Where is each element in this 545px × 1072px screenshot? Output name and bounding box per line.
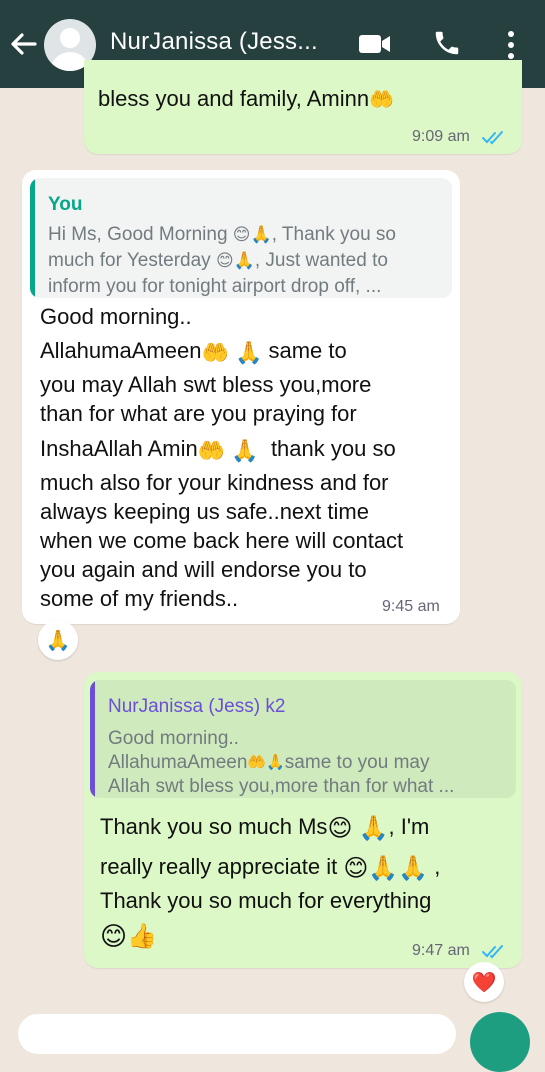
quote-text: Good morning.. — [108, 728, 239, 749]
quote-text: , Just wanted to — [254, 250, 388, 272]
palms-up-emoji: 🤲 — [201, 339, 229, 365]
folded-hands-emoji: 🙏 — [233, 251, 255, 270]
message-text: always keeping us safe..next time — [40, 499, 369, 524]
outgoing-message[interactable]: NurJanissa (Jess) k2 Good morning.. Alla… — [84, 672, 522, 968]
message-text: , I'm — [388, 814, 430, 839]
folded-hands-emoji: 🙏 — [398, 854, 429, 882]
message-input[interactable] — [18, 1014, 456, 1054]
quoted-message[interactable]: NurJanissa (Jess) k2 Good morning.. Alla… — [90, 680, 516, 798]
smiling-emoji: 😊 — [215, 251, 234, 270]
palms-up-emoji: 🤲 — [197, 437, 226, 463]
message-text: AllahumaAmeen — [40, 338, 202, 363]
folded-hands-emoji: 🙏 — [266, 754, 285, 771]
quote-text: inform you for tonight airport drop off,… — [48, 276, 382, 297]
reaction-badge[interactable]: 🙏 — [38, 620, 78, 660]
more-options-icon[interactable] — [505, 30, 517, 60]
quote-text: AllahumaAmeen — [108, 752, 248, 774]
folded-hands-emoji: 🙏 — [231, 437, 259, 463]
folded-hands-emoji: 🙏 — [358, 814, 389, 842]
message-text: thank you so — [270, 436, 396, 461]
palms-up-emoji: 🤲 — [369, 88, 394, 111]
message-text: Good morning.. — [40, 304, 192, 329]
folded-hands-emoji: 🙏 — [234, 339, 263, 365]
palms-up-emoji: 🤲 — [247, 754, 267, 771]
smiling-emoji: 😊 — [232, 225, 251, 244]
message-text: InshaAllah Amin — [40, 436, 198, 461]
message-text: bless you and family, Aminn — [98, 86, 370, 111]
thumbs-up-emoji: 👍 — [127, 922, 157, 950]
quoted-message[interactable]: You Hi Ms, Good Morning 😊🙏, Thank you so… — [30, 178, 452, 298]
mic-button[interactable] — [470, 1012, 530, 1072]
read-ticks-icon — [482, 945, 503, 959]
message-text: you again and will endorse you to — [40, 557, 367, 582]
folded-hands-emoji: 🙏 — [368, 854, 399, 882]
message-text: you may Allah swt bless you,more — [40, 372, 372, 397]
message-text: when we come back here will contact — [40, 528, 404, 553]
message-time: 9:45 am — [382, 598, 440, 615]
quote-text: much for Yesterday — [48, 250, 211, 272]
message-text: than for what are you praying for — [40, 401, 357, 426]
message-time: 9:09 am — [412, 128, 470, 145]
message-text: Thank you so much Ms — [100, 814, 328, 839]
message-time: 9:47 am — [412, 942, 470, 959]
outgoing-message[interactable]: bless you and family, Aminn🤲 9:09 am — [84, 60, 522, 154]
smiling-emoji: 😊 — [327, 814, 353, 842]
phone-icon[interactable] — [432, 28, 462, 58]
read-ticks-icon — [482, 131, 503, 145]
message-text: much also for your kindness and for — [40, 470, 389, 495]
contact-name[interactable]: NurJanissa (Jess... — [110, 28, 355, 56]
quote-text: same to you may — [284, 752, 430, 774]
quote-author: NurJanissa (Jess) k2 — [108, 696, 286, 717]
message-text: same to — [268, 338, 347, 363]
back-arrow-icon[interactable] — [8, 26, 38, 62]
quote-text: Allah swt bless you,more than for what .… — [108, 776, 455, 797]
video-call-icon[interactable] — [358, 33, 392, 55]
quote-author: You — [48, 194, 83, 215]
message-text: , — [434, 854, 441, 879]
message-text: some of my friends.. — [40, 586, 239, 611]
smiling-emoji: 😊 — [343, 854, 369, 882]
message-text: really really appreciate it — [100, 854, 338, 879]
smiling-emoji: 😊 — [100, 920, 128, 951]
reaction-badge[interactable]: ❤️ — [464, 962, 504, 1002]
incoming-message[interactable]: You Hi Ms, Good Morning 😊🙏, Thank you so… — [22, 170, 460, 624]
message-text: Thank you so much for everything — [100, 888, 432, 913]
quote-text: , Thank you so — [271, 224, 396, 246]
quote-text: Hi Ms, Good Morning — [48, 224, 228, 246]
folded-hands-emoji: 🙏 — [250, 225, 272, 244]
